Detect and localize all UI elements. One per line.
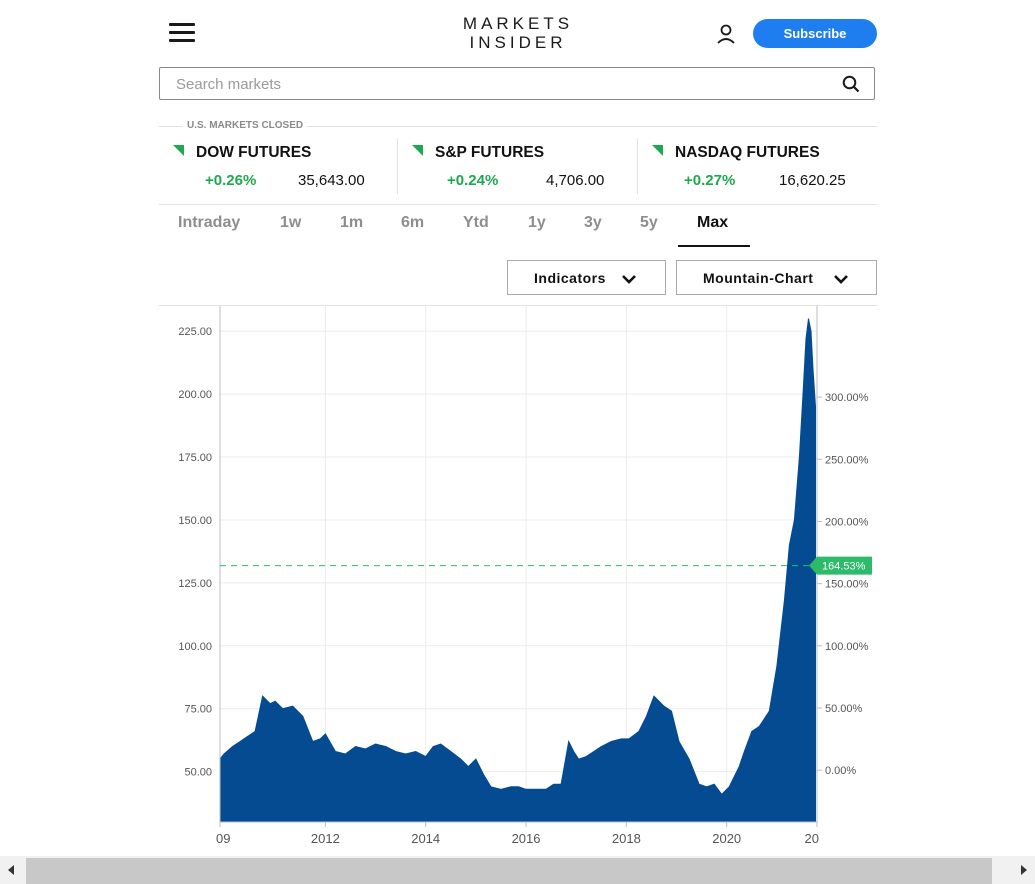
- arrow-up-icon: [412, 145, 423, 156]
- x-axis-ticks: 09 2012 2014 2016 2018 2020 20: [216, 822, 819, 846]
- x-tick-label: 20: [805, 831, 819, 846]
- search-input[interactable]: [174, 68, 818, 101]
- chart-type-dropdown[interactable]: Mountain-Chart: [676, 260, 877, 295]
- scrollbar-thumb[interactable]: [26, 858, 992, 884]
- left-tick-label: 150.00: [178, 515, 212, 527]
- left-axis-ticks: 225.00 200.00 175.00 150.00 125.00 100.00 75.0…: [178, 326, 212, 778]
- logo-line-2: INSIDER: [469, 33, 567, 52]
- scroll-right-icon[interactable]: [1018, 864, 1030, 876]
- arrow-up-icon: [652, 145, 663, 156]
- right-tick-label: 300.00%: [825, 392, 869, 404]
- tab-5y[interactable]: 5y: [640, 214, 658, 232]
- tab-6m[interactable]: 6m: [401, 214, 424, 232]
- tab-ytd[interactable]: Ytd: [463, 214, 489, 232]
- current-value-badge: 164.53%: [809, 556, 872, 575]
- right-tick-label: 150.00%: [825, 579, 869, 591]
- right-tick-label: 250.00%: [825, 454, 869, 466]
- market-status: U.S. MARKETS CLOSED: [183, 120, 308, 131]
- x-tick-label: 2020: [712, 831, 741, 846]
- search-icon[interactable]: [842, 75, 860, 93]
- x-tick-label: 09: [216, 831, 230, 846]
- logo-line-1: MARKETS: [462, 14, 574, 33]
- right-tick-label: 200.00%: [825, 516, 869, 528]
- tab-1y[interactable]: 1y: [528, 214, 546, 232]
- left-tick-label: 200.00: [178, 389, 212, 401]
- x-tick-label: 2012: [311, 831, 340, 846]
- futures-item-dow[interactable]: DOW FUTURES +0.26% 35,643.00: [173, 140, 383, 196]
- futures-value: 35,643.00: [298, 172, 365, 189]
- indicators-dropdown[interactable]: Indicators: [507, 260, 666, 295]
- divider: [397, 138, 398, 194]
- right-tick-label: 50.00%: [825, 703, 863, 715]
- price-chart[interactable]: 225.00 200.00 175.00 150.00 125.00 100.00 75.0…: [159, 306, 877, 854]
- x-tick-label: 2014: [411, 831, 440, 846]
- user-icon[interactable]: [714, 22, 738, 46]
- tab-max[interactable]: Max: [697, 214, 728, 232]
- scroll-left-icon[interactable]: [5, 864, 17, 876]
- arrow-up-icon: [173, 145, 184, 156]
- left-tick-label: 100.00: [178, 641, 212, 653]
- futures-name: S&P FUTURES: [435, 144, 545, 161]
- left-tick-label: 125.00: [178, 578, 212, 590]
- right-axis-ticks: 300.00% 250.00% 200.00% 150.00% 100.00% 50.00…: [817, 392, 869, 777]
- divider: [159, 204, 877, 205]
- tab-1m[interactable]: 1m: [340, 214, 363, 232]
- x-tick-label: 2016: [512, 831, 541, 846]
- indicators-label: Indicators: [534, 270, 606, 286]
- futures-value: 4,706.00: [546, 172, 605, 189]
- futures-change: +0.27%: [684, 172, 736, 189]
- tab-3y[interactable]: 3y: [584, 214, 602, 232]
- left-tick-label: 225.00: [178, 326, 212, 338]
- chevron-down-icon: [834, 275, 848, 284]
- right-tick-label: 100.00%: [825, 641, 869, 653]
- futures-name: DOW FUTURES: [196, 144, 312, 161]
- search-bar: [159, 67, 875, 101]
- left-tick-label: 175.00: [178, 452, 212, 464]
- right-tick-label: 0.00%: [825, 765, 856, 777]
- left-tick-label: 50.00: [184, 767, 212, 779]
- left-tick-label: 75.00: [184, 704, 212, 716]
- futures-value: 16,620.25: [779, 172, 846, 189]
- tab-intraday[interactable]: Intraday: [178, 214, 240, 232]
- futures-change: +0.26%: [205, 172, 257, 189]
- futures-change: +0.24%: [447, 172, 499, 189]
- chart-type-label: Mountain-Chart: [703, 270, 814, 286]
- subscribe-button[interactable]: Subscribe: [753, 19, 877, 48]
- menu-icon[interactable]: [166, 18, 198, 48]
- logo[interactable]: MARKETS INSIDER: [440, 14, 596, 52]
- tab-1w[interactable]: 1w: [280, 214, 301, 232]
- x-tick-label: 2018: [612, 831, 641, 846]
- futures-name: NASDAQ FUTURES: [675, 144, 820, 161]
- current-value-label: 164.53%: [822, 561, 866, 573]
- divider: [637, 138, 638, 194]
- horizontal-scrollbar[interactable]: [0, 856, 1035, 884]
- active-tab-indicator: [678, 245, 750, 247]
- futures-item-nasdaq[interactable]: NASDAQ FUTURES +0.27% 16,620.25: [652, 140, 872, 196]
- futures-item-sp[interactable]: S&P FUTURES +0.24% 4,706.00: [412, 140, 622, 196]
- chevron-down-icon: [622, 275, 636, 284]
